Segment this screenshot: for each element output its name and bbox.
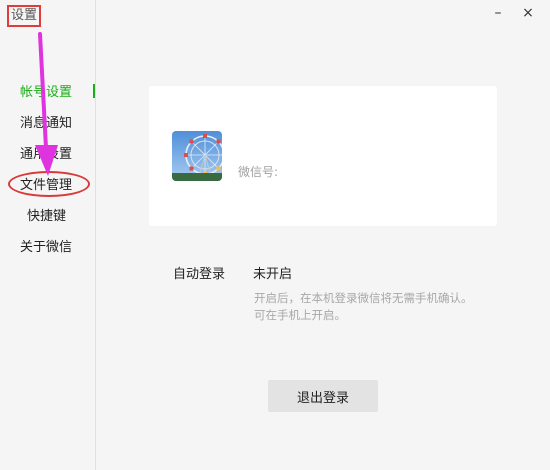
sidebar-item-notifications[interactable]: 消息通知: [0, 115, 95, 133]
wechat-id-label: 微信号:: [238, 165, 279, 179]
sidebar-item-general-settings[interactable]: 通用设置: [0, 146, 95, 164]
sidebar-item-file-management[interactable]: 文件管理: [0, 177, 95, 195]
auto-login-value[interactable]: 未开启: [253, 263, 292, 282]
sidebar-item-shortcuts[interactable]: 快捷键: [0, 208, 95, 226]
auto-login-description-line2: 可在手机上开启。: [254, 308, 346, 322]
auto-login-description: 开启后，在本机登录微信将无需手机确认。 可在手机上开启。: [254, 290, 524, 324]
account-card: 微信号:: [149, 86, 497, 226]
close-button[interactable]: ×: [519, 4, 537, 22]
ferris-wheel-photo-icon: [172, 131, 222, 181]
avatar[interactable]: [172, 131, 222, 181]
active-indicator: [93, 84, 95, 98]
sidebar-item-about-wechat[interactable]: 关于微信: [0, 239, 95, 257]
auto-login-label: 自动登录: [173, 267, 226, 282]
settings-window: 设置 – × 帐号设置 消息通知 通用设置 文件管理 快捷键 关于微信 微信号:…: [0, 0, 550, 470]
minimize-button[interactable]: –: [489, 4, 507, 22]
sidebar: 帐号设置 消息通知 通用设置 文件管理 快捷键 关于微信: [0, 0, 96, 470]
auto-login-description-line1: 开启后，在本机登录微信将无需手机确认。: [254, 291, 473, 305]
logout-button[interactable]: 退出登录: [268, 380, 378, 412]
sidebar-item-account-settings[interactable]: 帐号设置: [0, 84, 95, 102]
